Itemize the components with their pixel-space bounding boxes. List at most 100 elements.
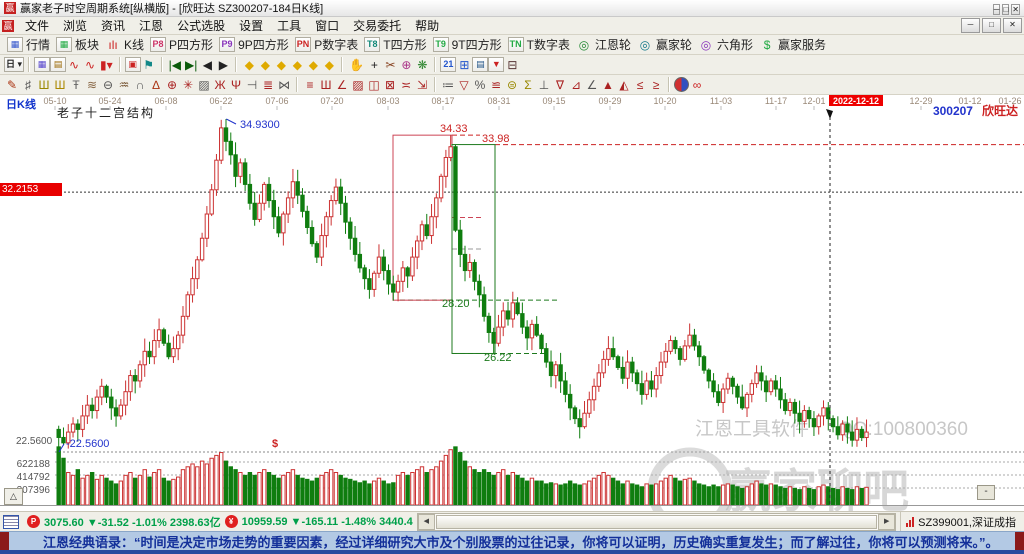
diamond-marker-6-icon[interactable]: ◆ xyxy=(321,57,337,72)
winner-service-button[interactable]: $ 赢家服务 xyxy=(756,36,829,53)
p-square-button-icon[interactable]: P8 xyxy=(150,37,167,52)
winner-wheel-button[interactable]: ◎ 赢家轮 xyxy=(634,36,695,53)
diamond-marker-1-icon[interactable]: ◆ xyxy=(241,57,257,72)
kline-style-icon[interactable]: ▦ xyxy=(34,57,51,72)
sectors-button-icon[interactable]: ▦ xyxy=(56,37,73,52)
market-grid-icon[interactable] xyxy=(3,514,19,529)
fork-tool-icon[interactable]: Ψ xyxy=(228,77,244,92)
hatch-tool-icon[interactable]: ▨ xyxy=(196,77,212,92)
menu-浏览[interactable]: 浏览 xyxy=(56,17,94,34)
hexagon-button[interactable]: ◎ 六角形 xyxy=(695,36,756,53)
nine-p-square-button-icon[interactable]: P9 xyxy=(219,37,236,52)
peak-mark-tool-icon[interactable]: ▲ xyxy=(600,77,616,92)
scroll-left-icon[interactable]: ◀ xyxy=(417,513,435,530)
nine-p-square-button[interactable]: P9 9P四方形 xyxy=(216,36,292,53)
quotes-button[interactable]: ▦ 行情 xyxy=(4,36,53,53)
taiji-icon[interactable] xyxy=(674,77,689,92)
p-number-table-button[interactable]: PN P数字表 xyxy=(292,36,362,53)
ratio-tool-icon[interactable]: ≔ xyxy=(440,77,456,92)
menu-资讯[interactable]: 资讯 xyxy=(94,17,132,34)
scroll-right-icon[interactable]: ▶ xyxy=(878,513,896,530)
period-mode-label[interactable]: 日K线 xyxy=(6,96,36,112)
menu-设置[interactable]: 设置 xyxy=(232,17,270,34)
maximize-button[interactable]: □ xyxy=(1002,4,1010,15)
kline-button[interactable]: ılı K线 xyxy=(102,36,147,53)
perpendicular-tool-icon[interactable]: ⊥ xyxy=(536,77,552,92)
comb-tool-icon[interactable]: Ш xyxy=(318,77,334,92)
arc-tool-icon[interactable]: ∩ xyxy=(132,77,148,92)
gann-wheel-button[interactable]: ◎ 江恩轮 xyxy=(573,36,634,53)
region-select-icon[interactable]: ▣ xyxy=(124,57,141,72)
barrier-tool-icon[interactable]: ⊣ xyxy=(244,77,260,92)
winner-wheel-button-icon[interactable]: ◎ xyxy=(637,37,653,52)
jump-first-icon[interactable]: |◀ xyxy=(167,57,183,72)
menu-工具[interactable]: 工具 xyxy=(270,17,308,34)
flag-marker-icon[interactable]: ⚑ xyxy=(141,57,157,72)
t-square-button-icon[interactable]: T8 xyxy=(364,37,381,52)
diamond-marker-3-icon[interactable]: ◆ xyxy=(273,57,289,72)
crosshair-icon[interactable]: + xyxy=(366,57,382,72)
t-number-table-button[interactable]: TN T数字表 xyxy=(505,36,573,53)
menu-帮助[interactable]: 帮助 xyxy=(408,17,446,34)
nine-t-square-button[interactable]: T9 9T四方形 xyxy=(430,36,505,53)
shanghai-index-quote[interactable]: 3075.60 ▼-31.52 -1.01% 2398.63亿 xyxy=(44,514,221,530)
p-number-table-button-icon[interactable]: PN xyxy=(294,37,312,52)
lte-tool-icon[interactable]: ≤ xyxy=(632,77,648,92)
kline-button-icon[interactable]: ılı xyxy=(105,37,121,52)
diamond-marker-2-icon[interactable]: ◆ xyxy=(257,57,273,72)
zigzag-icon[interactable]: ∿ xyxy=(82,57,98,72)
shade-box-tool-icon[interactable]: ▨ xyxy=(350,77,366,92)
menu-文件[interactable]: 文件 xyxy=(18,17,56,34)
gann-circle-tool-icon[interactable]: ⊕ xyxy=(164,77,180,92)
kline-chart[interactable]: 05-10 05-24 06-08 06-22 07-06 07-20 08-03 08-17… xyxy=(0,95,1024,511)
t-number-table-button-icon[interactable]: TN xyxy=(507,37,524,52)
shenzhen-index-icon[interactable]: ¥ xyxy=(224,515,238,528)
close-button[interactable]: ✕ xyxy=(1011,4,1020,15)
right-triangle-tool-icon[interactable]: ⊿ xyxy=(568,77,584,92)
menu-交易委托[interactable]: 交易委托 xyxy=(346,17,408,34)
gann-grid-tool-icon[interactable]: ♯ xyxy=(20,77,36,92)
winner-service-button-icon[interactable]: $ xyxy=(759,37,775,52)
hand-drag-icon[interactable]: ✋ xyxy=(347,57,366,72)
t-line-tool-icon[interactable]: Ŧ xyxy=(68,77,84,92)
nine-t-square-button-icon[interactable]: T9 xyxy=(432,37,449,52)
infinity-tool-icon[interactable]: ∞ xyxy=(689,77,705,92)
percent-tool-icon[interactable]: % xyxy=(472,77,488,92)
jump-last-icon[interactable]: ▶| xyxy=(183,57,199,72)
p-square-button[interactable]: P8 P四方形 xyxy=(147,36,216,53)
nabla-tool-icon[interactable]: ∇ xyxy=(552,77,568,92)
cycle-icon[interactable]: ❋ xyxy=(414,57,430,72)
horizontal-scrollbar[interactable]: ◀ ▶ xyxy=(416,512,897,531)
collapse-button[interactable]: - xyxy=(977,485,995,500)
candle-type-icon[interactable]: ▮▾ xyxy=(98,57,115,72)
calculator-icon[interactable]: ⊞ xyxy=(456,57,472,72)
diamond-marker-5-icon[interactable]: ◆ xyxy=(305,57,321,72)
channel-tool-icon[interactable]: ♒ xyxy=(116,77,132,92)
triangle-tool-icon[interactable]: ∆ xyxy=(148,77,164,92)
target-icon[interactable]: ⊕ xyxy=(398,57,414,72)
current-index-panel[interactable]: SZ399001,深证成指 xyxy=(900,512,1021,531)
sum-tool-icon[interactable]: Σ xyxy=(520,77,536,92)
period-selector[interactable]: 日 ▾ xyxy=(4,57,25,72)
measure-icon[interactable]: ✂ xyxy=(382,57,398,72)
diamond-marker-4-icon[interactable]: ◆ xyxy=(289,57,305,72)
ellipse-tool-icon[interactable]: ⊖ xyxy=(100,77,116,92)
menu-江恩[interactable]: 江恩 xyxy=(132,17,170,34)
minimize-button[interactable]: ─ xyxy=(992,4,1001,15)
congruence-tool-icon[interactable]: ≌ xyxy=(488,77,504,92)
gann-fan-tool-icon[interactable]: ✳ xyxy=(180,77,196,92)
box-x-tool-icon[interactable]: ⊠ xyxy=(382,77,398,92)
shenzhen-index-quote[interactable]: 10959.59 ▼-165.11 -1.48% 3440.4 xyxy=(242,516,413,528)
quotes-button-icon[interactable]: ▦ xyxy=(7,37,23,52)
mdi-restore-button[interactable]: □ xyxy=(982,18,1001,33)
print-icon[interactable]: ⊟ xyxy=(504,57,520,72)
hexagon-button-icon[interactable]: ◎ xyxy=(698,37,714,52)
grid-lines-tool-icon[interactable]: ≣ xyxy=(260,77,276,92)
resize-tool-icon[interactable]: ⇲ xyxy=(414,77,430,92)
cross-band-tool-icon[interactable]: ⋈ xyxy=(276,77,292,92)
gte-tool-icon[interactable]: ≥ xyxy=(648,77,664,92)
step-back-icon[interactable]: ◀ xyxy=(199,57,215,72)
save-icon[interactable]: ▼ xyxy=(488,57,505,72)
mdi-close-button[interactable]: ✕ xyxy=(1003,18,1022,33)
step-forward-icon[interactable]: ▶ xyxy=(215,57,231,72)
